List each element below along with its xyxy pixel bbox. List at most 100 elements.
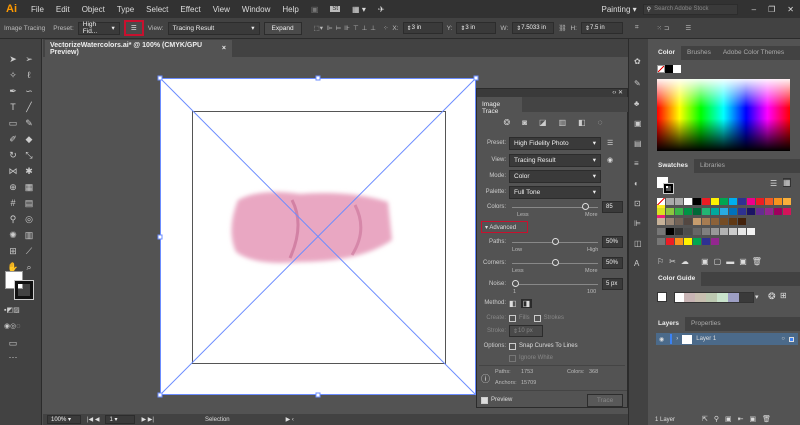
symbols-icon[interactable]: ♣ (634, 99, 639, 108)
transform-icon[interactable]: ⊡ (634, 199, 641, 208)
advanced-toggle[interactable]: ▾ Advanced (481, 221, 528, 233)
swatch[interactable] (756, 198, 764, 205)
swatch[interactable] (675, 208, 683, 215)
trace-button[interactable]: Trace (587, 394, 623, 407)
high-color-icon[interactable]: ◙ (522, 118, 527, 127)
swatch-actions[interactable]: ⚐✂☁ ▣▢▬▣🗑 (657, 257, 767, 266)
character-icon[interactable]: A (634, 259, 639, 268)
swatch[interactable] (693, 208, 701, 215)
swatch[interactable] (765, 198, 773, 205)
auto-color-icon[interactable]: ❂ (504, 118, 511, 127)
harmony-rules-strip[interactable] (674, 292, 754, 303)
swatch[interactable] (675, 228, 683, 235)
first-artboard-icon[interactable]: |◀ ◀ (87, 416, 99, 423)
tab-color[interactable]: Color (652, 46, 681, 60)
panel-header[interactable]: ‹› ✕ (477, 89, 627, 97)
swatch[interactable] (711, 198, 719, 205)
swatch[interactable] (702, 238, 710, 245)
cc-libraries-icon[interactable]: ✿ (634, 57, 641, 66)
swatch-gray[interactable] (675, 198, 683, 205)
save-color-group-icon[interactable]: ⊞ (780, 291, 787, 300)
graphic-styles-icon[interactable]: ▣ (634, 119, 642, 128)
swatch-none[interactable] (657, 198, 665, 205)
swatch[interactable] (774, 198, 782, 205)
preview-checkbox[interactable] (481, 396, 488, 404)
swatch[interactable] (657, 208, 665, 215)
swatch[interactable] (720, 218, 728, 225)
harmony-swatch[interactable] (695, 293, 706, 302)
pathfinder-icon[interactable]: ◫ (634, 239, 642, 248)
tab-brushes[interactable]: Brushes (681, 46, 717, 60)
swatch[interactable] (738, 218, 746, 225)
noise-slider[interactable] (512, 284, 598, 285)
align-icon[interactable]: ⊫ (634, 219, 641, 228)
harmony-swatch[interactable] (675, 293, 684, 302)
next-artboard-icon[interactable]: ▶ ▶| (141, 416, 153, 423)
base-color-swatch[interactable] (657, 292, 667, 302)
layer-row[interactable]: ◉ › Layer 1 ○ (656, 333, 798, 345)
abutting-method-icon[interactable]: ◧ (509, 299, 517, 308)
tab-libraries[interactable]: Libraries (694, 159, 731, 173)
swatch[interactable] (738, 228, 746, 235)
swatch[interactable] (747, 198, 755, 205)
tab-layers[interactable]: Layers (652, 317, 685, 331)
tab-color-guide[interactable]: Color Guide (652, 272, 702, 286)
harmony-swatch[interactable] (706, 293, 717, 302)
swatch[interactable] (684, 218, 692, 225)
tab-swatches[interactable]: Swatches (652, 159, 694, 173)
swatch[interactable] (774, 208, 782, 215)
swatch[interactable] (720, 198, 728, 205)
color-spectrum[interactable] (657, 79, 790, 151)
trace-view-select[interactable]: Tracing Result ▾ (509, 153, 601, 167)
grid-view-icon[interactable]: ▦ (783, 178, 791, 187)
swatch[interactable] (684, 208, 692, 215)
swatch[interactable] (711, 238, 719, 245)
palette-select[interactable]: Full Tone ▾ (509, 185, 601, 199)
swatch[interactable] (702, 218, 710, 225)
paths-slider-knob[interactable] (552, 238, 559, 245)
harmony-dropdown-icon[interactable]: ▾ (755, 293, 759, 301)
swatch[interactable] (738, 198, 746, 205)
swatch[interactable] (702, 228, 710, 235)
black-white-icon[interactable]: ◧ (578, 118, 586, 127)
snap-curves-checkbox[interactable] (509, 342, 516, 350)
stroke-input[interactable]: ⇕ 10 px (509, 325, 543, 337)
appearance-icon[interactable]: ▤ (634, 139, 642, 148)
brushes-icon[interactable]: ✎ (634, 79, 641, 88)
strokes-checkbox[interactable] (533, 314, 541, 322)
swatch[interactable] (747, 208, 755, 215)
swatch[interactable] (783, 198, 791, 205)
stroke-icon[interactable]: ≡ (634, 159, 639, 168)
swatch[interactable] (711, 228, 719, 235)
swatch[interactable] (729, 218, 737, 225)
swatch[interactable] (693, 238, 701, 245)
edit-colors-icon[interactable]: ❂ (768, 291, 776, 302)
color-group-folder-icon[interactable] (657, 228, 665, 235)
eye-icon[interactable]: ◉ (607, 156, 613, 164)
layer-actions[interactable]: ⇱⚲▣⇤▣🗑 (702, 415, 777, 423)
swatch-reg[interactable] (666, 198, 674, 205)
harmony-swatch[interactable] (684, 293, 695, 302)
swatch[interactable] (675, 218, 683, 225)
low-color-icon[interactable]: ◪ (539, 118, 547, 127)
corners-slider-knob[interactable] (552, 259, 559, 266)
swatch[interactable] (756, 208, 764, 215)
none-color-swatch[interactable] (657, 65, 665, 73)
swatch[interactable] (720, 208, 728, 215)
ignore-white-checkbox[interactable] (509, 354, 516, 362)
grayscale-icon[interactable]: ▥ (559, 118, 567, 127)
swatch[interactable] (693, 198, 701, 205)
status-menu-icon[interactable]: ▶ ‹ (286, 416, 294, 423)
outline-icon[interactable]: ◌ (598, 118, 603, 127)
harmony-swatch[interactable] (728, 293, 739, 302)
swatch[interactable] (666, 228, 674, 235)
noise-input[interactable]: 5 px (602, 278, 623, 290)
corners-input[interactable]: 50% (602, 257, 623, 269)
list-view-icon[interactable]: ☰ (770, 179, 777, 188)
swatch[interactable] (693, 218, 701, 225)
zoom-select[interactable]: 100% ▾ (47, 415, 81, 424)
expand-layer-icon[interactable]: › (676, 336, 678, 342)
swatch[interactable] (702, 198, 710, 205)
colors-input[interactable]: 85 (602, 201, 623, 213)
tab-properties[interactable]: Properties (685, 317, 727, 331)
